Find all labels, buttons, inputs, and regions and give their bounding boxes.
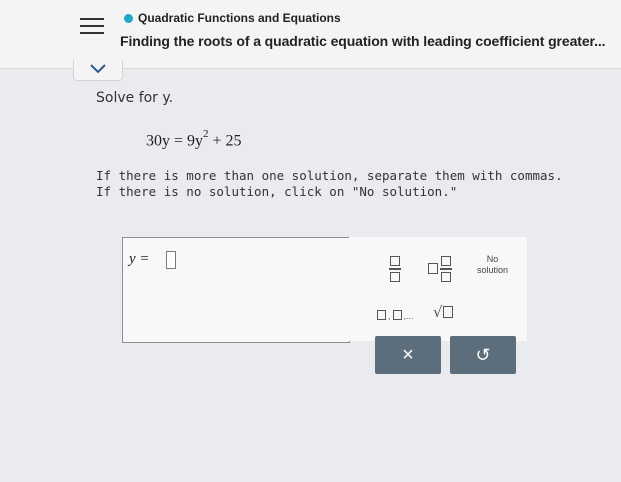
status-dot-icon — [124, 14, 133, 23]
no-solution-key[interactable]: No solution — [477, 254, 508, 276]
sqrt-icon: √ — [433, 303, 443, 321]
list-ellipsis: ,... — [403, 311, 414, 321]
numerator-box-icon — [390, 256, 400, 266]
list-box-icon — [392, 310, 402, 320]
math-keypad: No solution ,,... √ — [349, 237, 527, 341]
answer-label: y = — [129, 251, 150, 267]
mixed-fraction-icon — [440, 256, 452, 282]
hamburger-menu-icon[interactable] — [80, 16, 104, 36]
equation-rhs: + 25 — [208, 132, 242, 150]
answer-input[interactable] — [166, 251, 176, 269]
lesson-subtitle: Finding the roots of a quadratic equatio… — [120, 33, 606, 49]
whole-box-icon — [428, 263, 438, 275]
header-bar: Quadratic Functions and Equations Findin… — [0, 0, 621, 69]
undo-icon: ↺ — [475, 345, 491, 365]
square-root-key[interactable]: √ — [433, 303, 453, 321]
equation: 30y = 9y2 + 25 — [146, 128, 242, 150]
radicand-box-icon — [442, 306, 453, 318]
fraction-bar-icon — [389, 268, 401, 270]
clear-button[interactable]: × — [375, 336, 441, 374]
instruction-commas: If there is more than one solution, sepa… — [96, 168, 563, 183]
instruction-no-solution: If there is no solution, click on "No so… — [96, 184, 458, 199]
list-box-icon — [377, 310, 386, 320]
question-prompt: Solve for y. — [96, 90, 174, 106]
no-solution-line2: solution — [477, 265, 509, 275]
list-key[interactable]: ,,... — [377, 310, 414, 321]
mixed-number-key[interactable] — [428, 256, 452, 282]
undo-button[interactable]: ↺ — [450, 336, 516, 374]
equation-exponent: 2 — [203, 128, 209, 140]
denominator-box-icon — [390, 271, 400, 282]
equation-lhs: 30y = 9y — [146, 132, 204, 150]
no-solution-line1: No — [486, 254, 499, 264]
topic-title: Quadratic Functions and Equations — [138, 11, 341, 25]
collapse-toggle-button[interactable] — [73, 60, 123, 81]
fraction-key[interactable] — [389, 256, 401, 282]
answer-area: y = — [122, 237, 350, 343]
chevron-down-icon — [90, 64, 106, 74]
close-icon: × — [402, 344, 414, 366]
